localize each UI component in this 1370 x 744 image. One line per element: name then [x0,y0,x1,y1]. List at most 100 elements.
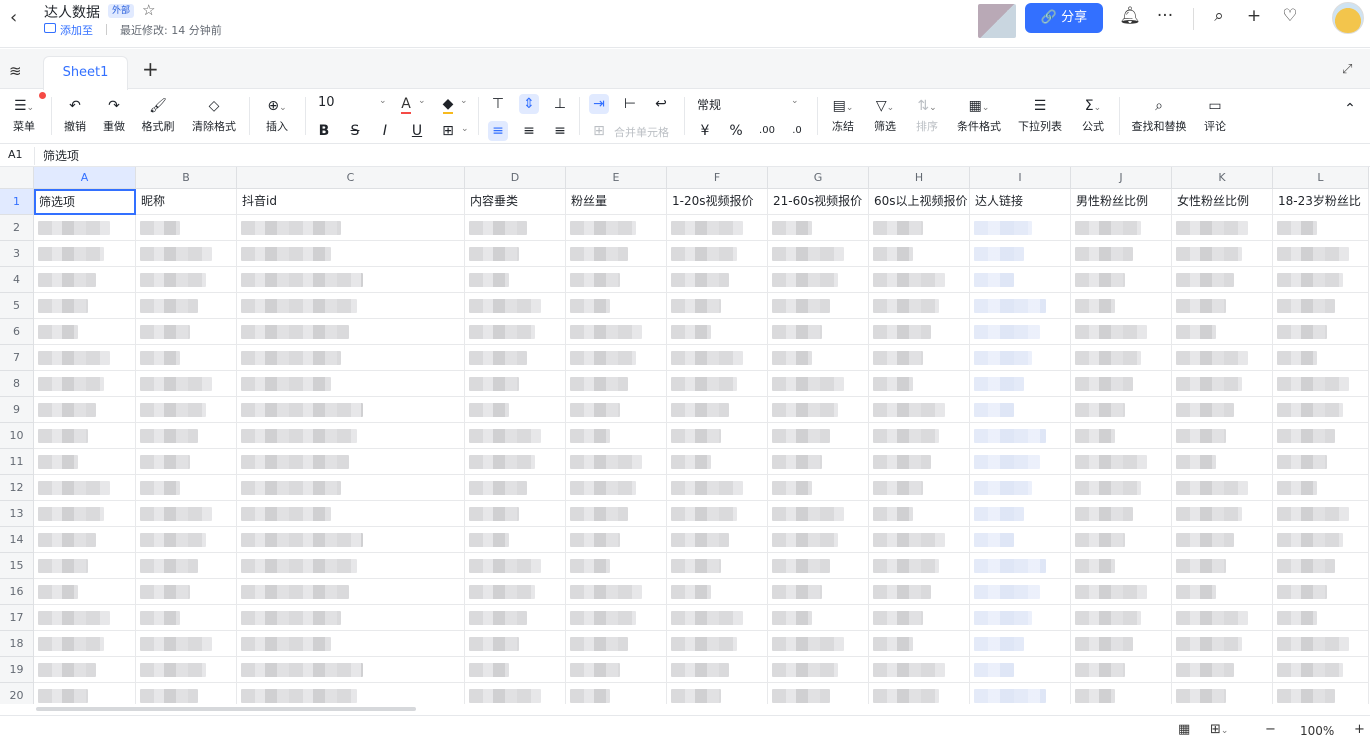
grid-cell[interactable] [1273,501,1369,527]
grid-cell[interactable] [970,397,1071,423]
grid-cell[interactable] [566,371,667,397]
grid-cell[interactable] [667,371,768,397]
grid-cell[interactable] [566,423,667,449]
chevron-down-icon[interactable]: ⌄ [460,96,468,106]
row-header-6[interactable]: 6 [0,319,34,345]
grid-cell[interactable] [1172,475,1273,501]
grid-cell[interactable] [970,683,1071,704]
grid-cell[interactable] [566,605,667,631]
menu-button[interactable]: ☰⌄ 菜单 [6,97,42,134]
column-header-i[interactable]: I [970,167,1071,189]
grid-cell[interactable] [869,475,970,501]
grid-cell[interactable] [465,501,566,527]
grid-cell[interactable] [136,423,237,449]
align-middle-icon[interactable]: ⇕ [519,94,539,114]
header-cell[interactable]: 昵称 [136,189,237,215]
grid-cell[interactable] [1273,683,1369,704]
formula-input[interactable]: 筛选项 [43,147,79,164]
grid-cell[interactable] [869,215,970,241]
grid-cell[interactable] [136,449,237,475]
grid-cell[interactable] [136,605,237,631]
conditional-format-button[interactable]: ▦⌄ 条件格式 [953,97,1005,134]
grid-cell[interactable] [970,345,1071,371]
grid-cell[interactable] [566,293,667,319]
grid-cell[interactable] [1172,371,1273,397]
grid-cell[interactable] [1273,631,1369,657]
grid-cell[interactable] [237,449,465,475]
grid-cell[interactable] [667,657,768,683]
chevron-down-icon[interactable]: ⌄ [791,96,799,106]
column-header-l[interactable]: L [1273,167,1369,189]
grid-cell[interactable] [667,449,768,475]
grid-cell[interactable] [667,345,768,371]
grid-cell[interactable] [237,423,465,449]
grid-cell[interactable] [667,215,768,241]
grid-cell[interactable] [237,579,465,605]
grid-cell[interactable] [970,293,1071,319]
overflow-icon[interactable]: ⇥ [589,94,609,114]
row-header-14[interactable]: 14 [0,527,34,553]
grid-cell[interactable] [768,397,869,423]
grid-cell[interactable] [1273,345,1369,371]
grid-cell[interactable] [768,527,869,553]
grid-cell[interactable] [667,605,768,631]
grid-cell[interactable] [237,397,465,423]
grid-cell[interactable] [869,267,970,293]
grid-cell[interactable] [465,423,566,449]
grid-cell[interactable] [1273,397,1369,423]
align-center-icon[interactable]: ≡ [519,121,539,141]
redo-button[interactable]: ↷ 重做 [99,97,129,134]
row-header-3[interactable]: 3 [0,241,34,267]
grid-cell[interactable] [1273,319,1369,345]
grid-cell[interactable] [237,605,465,631]
column-header-h[interactable]: H [869,167,970,189]
grid-cell[interactable] [970,423,1071,449]
grid-cell[interactable] [1273,371,1369,397]
column-header-b[interactable]: B [136,167,237,189]
grid-cell[interactable] [237,657,465,683]
collapse-toolbar-icon[interactable]: ⌃ [1340,99,1360,119]
grid-cell[interactable] [869,553,970,579]
grid-cell[interactable] [1071,319,1172,345]
comment-button[interactable]: ▭ 评论 [1199,97,1231,134]
grid-cell[interactable] [1172,319,1273,345]
grid-cell[interactable] [465,293,566,319]
column-header-g[interactable]: G [768,167,869,189]
header-cell[interactable]: 内容垂类 [465,189,566,215]
bold-icon[interactable]: B [314,121,334,141]
grid-cell[interactable] [667,293,768,319]
grid-cell[interactable] [136,267,237,293]
layers-icon[interactable]: ≋ [9,62,22,80]
grid-cell[interactable] [237,683,465,704]
chevron-down-icon[interactable]: ⌄ [379,96,387,106]
grid-cell[interactable] [1071,683,1172,704]
grid-cell[interactable] [970,631,1071,657]
grid-cell[interactable] [566,215,667,241]
grid-cell[interactable] [1071,501,1172,527]
grid-cell[interactable] [34,553,136,579]
grid-cell[interactable] [566,449,667,475]
column-header-f[interactable]: F [667,167,768,189]
grid-cell[interactable] [1172,397,1273,423]
grid-cell[interactable] [667,475,768,501]
grid-cell[interactable] [136,553,237,579]
row-header-2[interactable]: 2 [0,215,34,241]
header-cell[interactable]: 60s以上视频报价 [869,189,970,215]
grid-cell[interactable] [566,397,667,423]
grid-cell[interactable] [465,319,566,345]
grid-cell[interactable] [1071,267,1172,293]
header-cell[interactable]: 男性粉丝比例 [1071,189,1172,215]
grid-cell[interactable] [1273,241,1369,267]
grid-cell[interactable] [1172,423,1273,449]
grid-cell[interactable] [34,501,136,527]
grid-cell[interactable] [1172,241,1273,267]
grid-cell[interactable] [768,423,869,449]
grid-cell[interactable] [465,657,566,683]
grid-cell[interactable] [1172,293,1273,319]
grid-cell[interactable] [465,527,566,553]
grid-cell[interactable] [768,449,869,475]
grid-cell[interactable] [237,553,465,579]
column-header-e[interactable]: E [566,167,667,189]
grid-cell[interactable] [566,683,667,704]
grid-cell[interactable] [1172,631,1273,657]
